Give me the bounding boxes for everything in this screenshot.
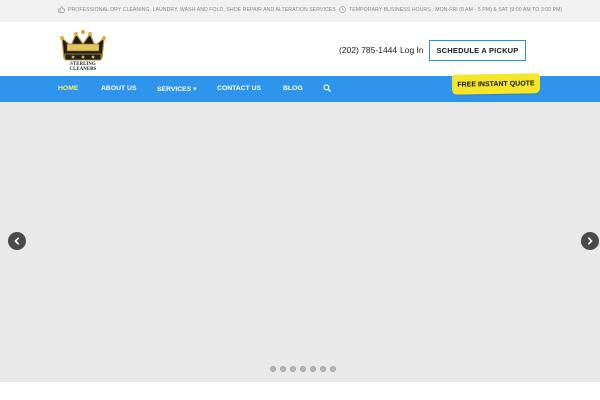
hours-info: Temporary business hours : Mon-Fri (8 am…	[339, 6, 562, 13]
nav-item-about-us[interactable]: About Us	[101, 85, 137, 92]
phone-link[interactable]: (202) 785-1444	[339, 45, 397, 55]
hero-slider	[0, 102, 600, 382]
free-instant-quote-button[interactable]: Free Instant Quote	[452, 73, 540, 95]
nav-item-home[interactable]: Home	[58, 85, 78, 92]
nav-item-services[interactable]: Services ▾	[157, 85, 197, 93]
schedule-pickup-button[interactable]: Schedule a Pickup	[429, 40, 526, 61]
nav-item-blog[interactable]: Blog	[283, 85, 303, 92]
slider-dot[interactable]	[280, 366, 286, 372]
chevron-left-icon	[14, 237, 19, 245]
logo-text: STERLING CLEANERS	[69, 62, 97, 72]
services-text: Professional dry cleaning, laundry, wash…	[68, 6, 336, 13]
slider-pagination	[270, 366, 336, 372]
nav-item-contact-us[interactable]: Contact Us	[217, 85, 261, 92]
slider-prev-button[interactable]	[8, 232, 26, 250]
top-info-bar: Professional dry cleaning, laundry, wash…	[0, 0, 600, 22]
slider-next-button[interactable]	[581, 232, 599, 250]
slider-dot[interactable]	[310, 366, 316, 372]
clock-icon	[339, 6, 346, 13]
site-header: STERLING CLEANERS (202) 785-1444 Log In …	[0, 22, 600, 76]
hours-text: Temporary business hours : Mon-Fri (8 am…	[349, 6, 563, 13]
slider-dot[interactable]	[300, 366, 306, 372]
slider-dot[interactable]	[290, 366, 296, 372]
slider-dot[interactable]	[320, 366, 326, 372]
search-icon[interactable]	[323, 84, 331, 92]
slider-dot[interactable]	[330, 366, 336, 372]
page-bottom-area	[0, 382, 600, 400]
chevron-right-icon	[588, 237, 593, 245]
login-link[interactable]: Log In	[400, 45, 424, 55]
slider-dot[interactable]	[270, 366, 276, 372]
thumbs-up-icon	[58, 6, 65, 13]
services-info: Professional dry cleaning, laundry, wash…	[58, 6, 336, 13]
